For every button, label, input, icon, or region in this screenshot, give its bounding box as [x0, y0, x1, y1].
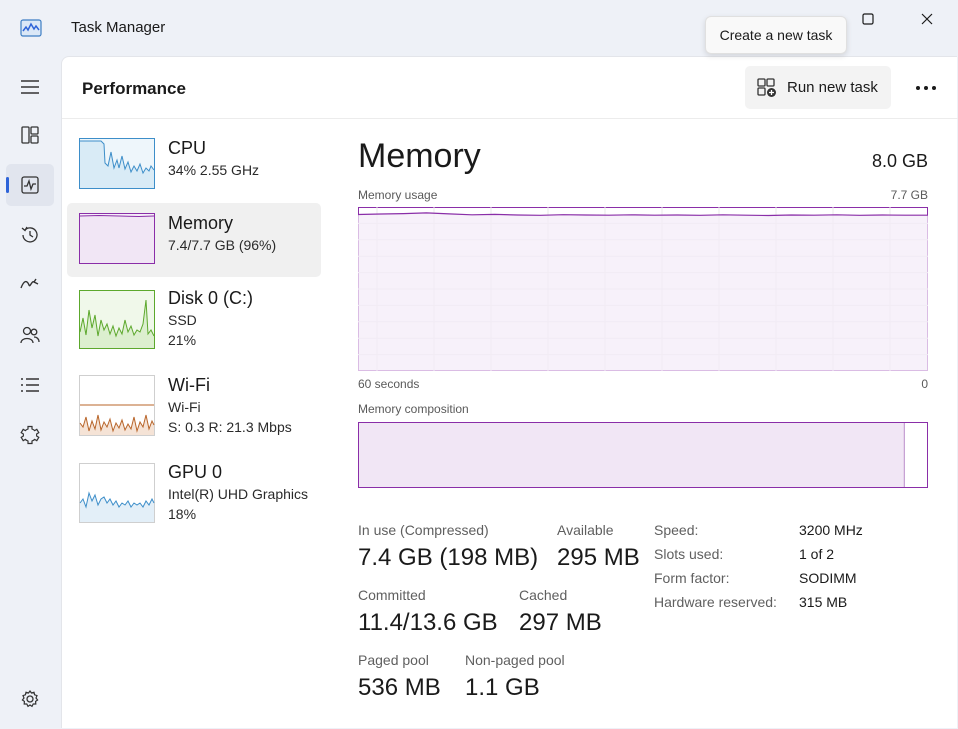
nav-settings[interactable] [6, 678, 54, 720]
nav-processes[interactable] [6, 114, 54, 156]
settings-icon [21, 690, 39, 708]
resource-detail-cpu: 34% 2.55 GHz [168, 162, 260, 178]
run-new-task-label: Run new task [787, 79, 878, 96]
window-title: Task Manager [71, 19, 166, 36]
spec-value-hardware-reserved: 315 MB [799, 594, 848, 610]
resource-type-wifi: Wi-Fi [168, 399, 201, 415]
resource-type-disk: SSD [168, 312, 197, 328]
resource-item-cpu[interactable]: CPU 34% 2.55 GHz [67, 128, 321, 202]
spec-label-speed: Speed: [654, 522, 699, 538]
available-label: Available [557, 522, 614, 538]
task-manager-chart-icon [20, 19, 42, 37]
committed-value: 11.4/13.6 GB [358, 609, 498, 636]
resource-detail-memory: 7.4/7.7 GB (96%) [168, 237, 277, 253]
resource-name-wifi: Wi-Fi [168, 375, 210, 395]
main-panel: Performance Run new task CPU 34% 2.55 GH… [61, 56, 958, 729]
spec-label-form-factor: Form factor: [654, 570, 730, 586]
resource-name-cpu: CPU [168, 138, 207, 158]
run-new-task-button[interactable]: Run new task [745, 66, 891, 109]
available-value: 295 MB [557, 544, 640, 571]
nav-performance[interactable] [6, 164, 54, 206]
memory-total: 8.0 GB [871, 151, 928, 171]
memory-usage-caption: Memory usage [358, 188, 438, 202]
spec-value-speed: 3200 MHz [799, 522, 863, 538]
paged-pool-label: Paged pool [358, 652, 429, 668]
spec-label-slots: Slots used: [654, 546, 724, 562]
paged-pool-value: 536 MB [358, 674, 441, 701]
time-axis-right: 0 [921, 377, 928, 391]
performance-icon [21, 176, 39, 194]
run-task-icon [757, 77, 776, 97]
detail-title: Memory [358, 137, 481, 175]
resource-name-memory: Memory [168, 213, 234, 233]
nav-startup-apps[interactable] [6, 264, 54, 306]
memory-composition-bar [358, 422, 928, 488]
resource-detail-disk: 21% [168, 332, 197, 348]
page-header: Performance Run new task [62, 57, 958, 119]
memory-thumbnail-graph [79, 213, 155, 264]
wifi-thumbnail-graph [79, 375, 155, 436]
memory-usage-graph [358, 207, 928, 371]
nav-details[interactable] [6, 364, 54, 406]
navigation-rail [0, 56, 60, 729]
resource-name-gpu: GPU 0 [168, 462, 223, 482]
maximize-icon [862, 13, 874, 25]
nav-users[interactable] [6, 314, 54, 356]
app-history-icon [21, 226, 38, 243]
memory-composition-caption: Memory composition [358, 402, 469, 416]
hamburger-menu-button[interactable] [6, 66, 54, 108]
non-paged-pool-label: Non-paged pool [465, 652, 565, 668]
gpu-thumbnail-graph [79, 463, 155, 523]
page-title: Performance [82, 79, 186, 98]
non-paged-pool-value: 1.1 GB [465, 674, 540, 701]
disk-thumbnail-graph [79, 290, 155, 349]
services-icon [20, 425, 40, 445]
resource-list: CPU 34% 2.55 GHz Memory 7.4/7.7 GB (96%)… [62, 119, 324, 729]
nav-app-history[interactable] [6, 214, 54, 256]
resource-item-memory[interactable]: Memory 7.4/7.7 GB (96%) [67, 203, 321, 277]
run-task-tooltip: Create a new task [705, 16, 847, 54]
nav-services[interactable] [6, 414, 54, 456]
hamburger-menu-icon [21, 80, 39, 94]
in-use-value: 7.4 GB (198 MB) [358, 544, 539, 571]
resource-name-disk: Disk 0 (C:) [168, 288, 253, 308]
resource-item-disk[interactable]: Disk 0 (C:) SSD 21% [67, 278, 321, 352]
time-axis-left: 60 seconds [358, 377, 420, 391]
cpu-thumbnail-graph [79, 138, 155, 189]
close-icon [921, 13, 933, 25]
more-options-button[interactable] [908, 75, 944, 101]
close-button[interactable] [907, 8, 947, 30]
spec-label-hardware-reserved: Hardware reserved: [654, 594, 777, 610]
cached-value: 297 MB [519, 609, 602, 636]
details-icon [21, 378, 39, 392]
spec-value-form-factor: SODIMM [799, 570, 857, 586]
more-options-icon [916, 86, 936, 90]
resource-type-gpu: Intel(R) UHD Graphics [168, 486, 309, 502]
maximize-button[interactable] [848, 8, 888, 30]
cached-label: Cached [519, 587, 568, 603]
users-icon [20, 326, 40, 344]
resource-item-gpu[interactable]: GPU 0 Intel(R) UHD Graphics 18% [67, 452, 321, 526]
memory-usage-max: 7.7 GB [890, 188, 928, 202]
resource-detail-wifi: S: 0.3 R: 21.3 Mbps [168, 419, 292, 435]
startup-apps-icon [20, 278, 39, 289]
in-use-label: In use (Compressed) [358, 522, 489, 538]
committed-label: Committed [358, 587, 426, 603]
spec-value-slots: 1 of 2 [799, 546, 835, 562]
resource-detail-gpu: 18% [168, 506, 197, 522]
processes-icon [21, 126, 39, 144]
resource-item-wifi[interactable]: Wi-Fi Wi-Fi S: 0.3 R: 21.3 Mbps [67, 365, 321, 439]
